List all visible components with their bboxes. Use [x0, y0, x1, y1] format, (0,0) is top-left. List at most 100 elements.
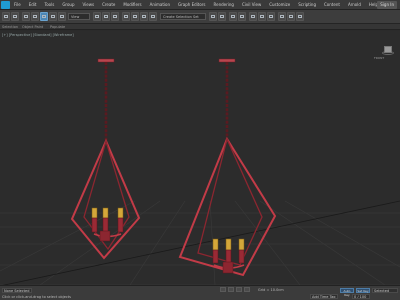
ribbon-tab-populate[interactable]: Populate [50, 24, 65, 30]
status-bar: None Selected Click or click-and-drag to… [0, 285, 400, 300]
schematic-icon [260, 15, 264, 18]
rendered-frame-window-button[interactable] [287, 12, 295, 21]
main-toolbar: View Create Selection Set [0, 10, 400, 24]
menu-views[interactable]: Views [79, 0, 99, 10]
align-button[interactable] [218, 12, 226, 21]
scale-icon [113, 15, 117, 18]
menu-graph-editors[interactable]: Graph Editors [174, 0, 209, 10]
ribbon-strip: Selection Object Paint Populate [0, 24, 400, 30]
select-object-button[interactable] [40, 12, 48, 21]
teapot-icon [298, 15, 302, 18]
menu-arnold[interactable]: Arnold [344, 0, 365, 10]
menu-animation[interactable]: Animation [146, 0, 174, 10]
frame-counter[interactable]: 0 / 100 [352, 294, 370, 299]
bulb-icon [102, 207, 109, 219]
mirror-icon [211, 15, 215, 18]
center-hub [99, 230, 111, 242]
cursor-icon [42, 15, 46, 18]
ribbon-tab-selection[interactable]: Selection [2, 24, 18, 30]
move-button[interactable] [93, 12, 101, 21]
perspective-viewport[interactable]: [+] [Perspective] [Standard] [Wireframe]… [0, 31, 400, 285]
render-setup-icon [280, 15, 284, 18]
menu-group[interactable]: Group [58, 0, 78, 10]
render-production-button[interactable] [296, 12, 304, 21]
bulb-icon [212, 238, 219, 251]
menu-civil-view[interactable]: Civil View [238, 0, 265, 10]
candle-sleeve [238, 249, 245, 264]
select-by-name-button[interactable] [49, 12, 57, 21]
unlink-button[interactable] [31, 12, 39, 21]
play-button[interactable] [236, 287, 242, 292]
render-setup-button[interactable] [278, 12, 286, 21]
frame-window-icon [289, 15, 293, 18]
ceiling-canopy [218, 58, 236, 63]
ribbon-tab-object-paint[interactable]: Object Paint [22, 24, 43, 30]
ribbon-toggle-button[interactable] [238, 12, 246, 21]
layers-icon [231, 15, 235, 18]
material-editor-icon [269, 15, 273, 18]
rotate-icon [104, 15, 108, 18]
rectangular-selection-button[interactable] [58, 12, 66, 21]
undo-button[interactable] [2, 12, 10, 21]
mirror-button[interactable] [209, 12, 217, 21]
grid-size-label: Grid = 10.0cm [258, 288, 284, 292]
reference-coordinate-dropdown[interactable]: View [68, 13, 90, 20]
selection-set-dropdown[interactable]: Create Selection Set [160, 13, 206, 20]
go-to-start-button[interactable] [220, 287, 226, 292]
add-time-tag-button[interactable]: Add Time Tag [310, 294, 338, 299]
spinner-snap-icon [151, 15, 155, 18]
bulb-icon [117, 207, 124, 219]
align-icon [220, 15, 224, 18]
move-icon [95, 15, 99, 18]
previous-frame-button[interactable] [228, 287, 234, 292]
ribbon-icon [240, 15, 244, 18]
material-editor-button[interactable] [267, 12, 275, 21]
percent-snap-button[interactable] [140, 12, 148, 21]
snap-toggle-button[interactable] [122, 12, 130, 21]
menu-create[interactable]: Create [98, 0, 119, 10]
set-key-button[interactable]: Set Key [356, 288, 370, 293]
candle-sleeve [102, 217, 109, 233]
menu-edit[interactable]: Edit [25, 0, 41, 10]
menu-rendering[interactable]: Rendering [210, 0, 238, 10]
candle-sleeve [91, 217, 98, 233]
list-icon [51, 15, 55, 18]
schematic-view-button[interactable] [258, 12, 266, 21]
menu-bar: File Edit Tools Group Views Create Modif… [0, 0, 400, 10]
menu-customize[interactable]: Customize [265, 0, 294, 10]
menu-content[interactable]: Content [320, 0, 344, 10]
menu-scripting[interactable]: Scripting [294, 0, 320, 10]
scale-button[interactable] [111, 12, 119, 21]
spinner-snap-button[interactable] [149, 12, 157, 21]
redo-button[interactable] [11, 12, 19, 21]
curve-editor-button[interactable] [249, 12, 257, 21]
sign-in-button[interactable]: Sign In [377, 1, 397, 9]
ceiling-canopy [97, 58, 115, 63]
app-logo-icon[interactable] [1, 0, 10, 9]
key-filter-dropdown[interactable]: Selected [372, 288, 398, 293]
cube-icon [384, 46, 392, 53]
menu-tools[interactable]: Tools [40, 0, 58, 10]
viewcube-label: FRONT [374, 56, 385, 60]
viewport-label[interactable]: [+] [Perspective] [Standard] [Wireframe] [2, 33, 74, 37]
center-hub [222, 261, 234, 274]
unlink-icon [33, 15, 37, 18]
bulb-icon [225, 238, 232, 251]
chandelier-right[interactable] [178, 58, 277, 277]
candle-sleeve [225, 249, 232, 264]
rotate-button[interactable] [102, 12, 110, 21]
undo-icon [4, 15, 8, 18]
angle-snap-button[interactable] [131, 12, 139, 21]
menu-file[interactable]: File [10, 0, 25, 10]
viewport-scene [0, 58, 400, 285]
auto-key-button[interactable]: Auto Key [340, 288, 354, 297]
percent-snap-icon [142, 15, 146, 18]
bulb-icon [91, 207, 98, 219]
bulb-icon [238, 238, 245, 251]
next-frame-button[interactable] [244, 287, 250, 292]
menu-modifiers[interactable]: Modifiers [119, 0, 145, 10]
layer-explorer-button[interactable] [229, 12, 237, 21]
link-button[interactable] [22, 12, 30, 21]
magnet-icon [124, 15, 128, 18]
candle-sleeve [117, 217, 124, 233]
